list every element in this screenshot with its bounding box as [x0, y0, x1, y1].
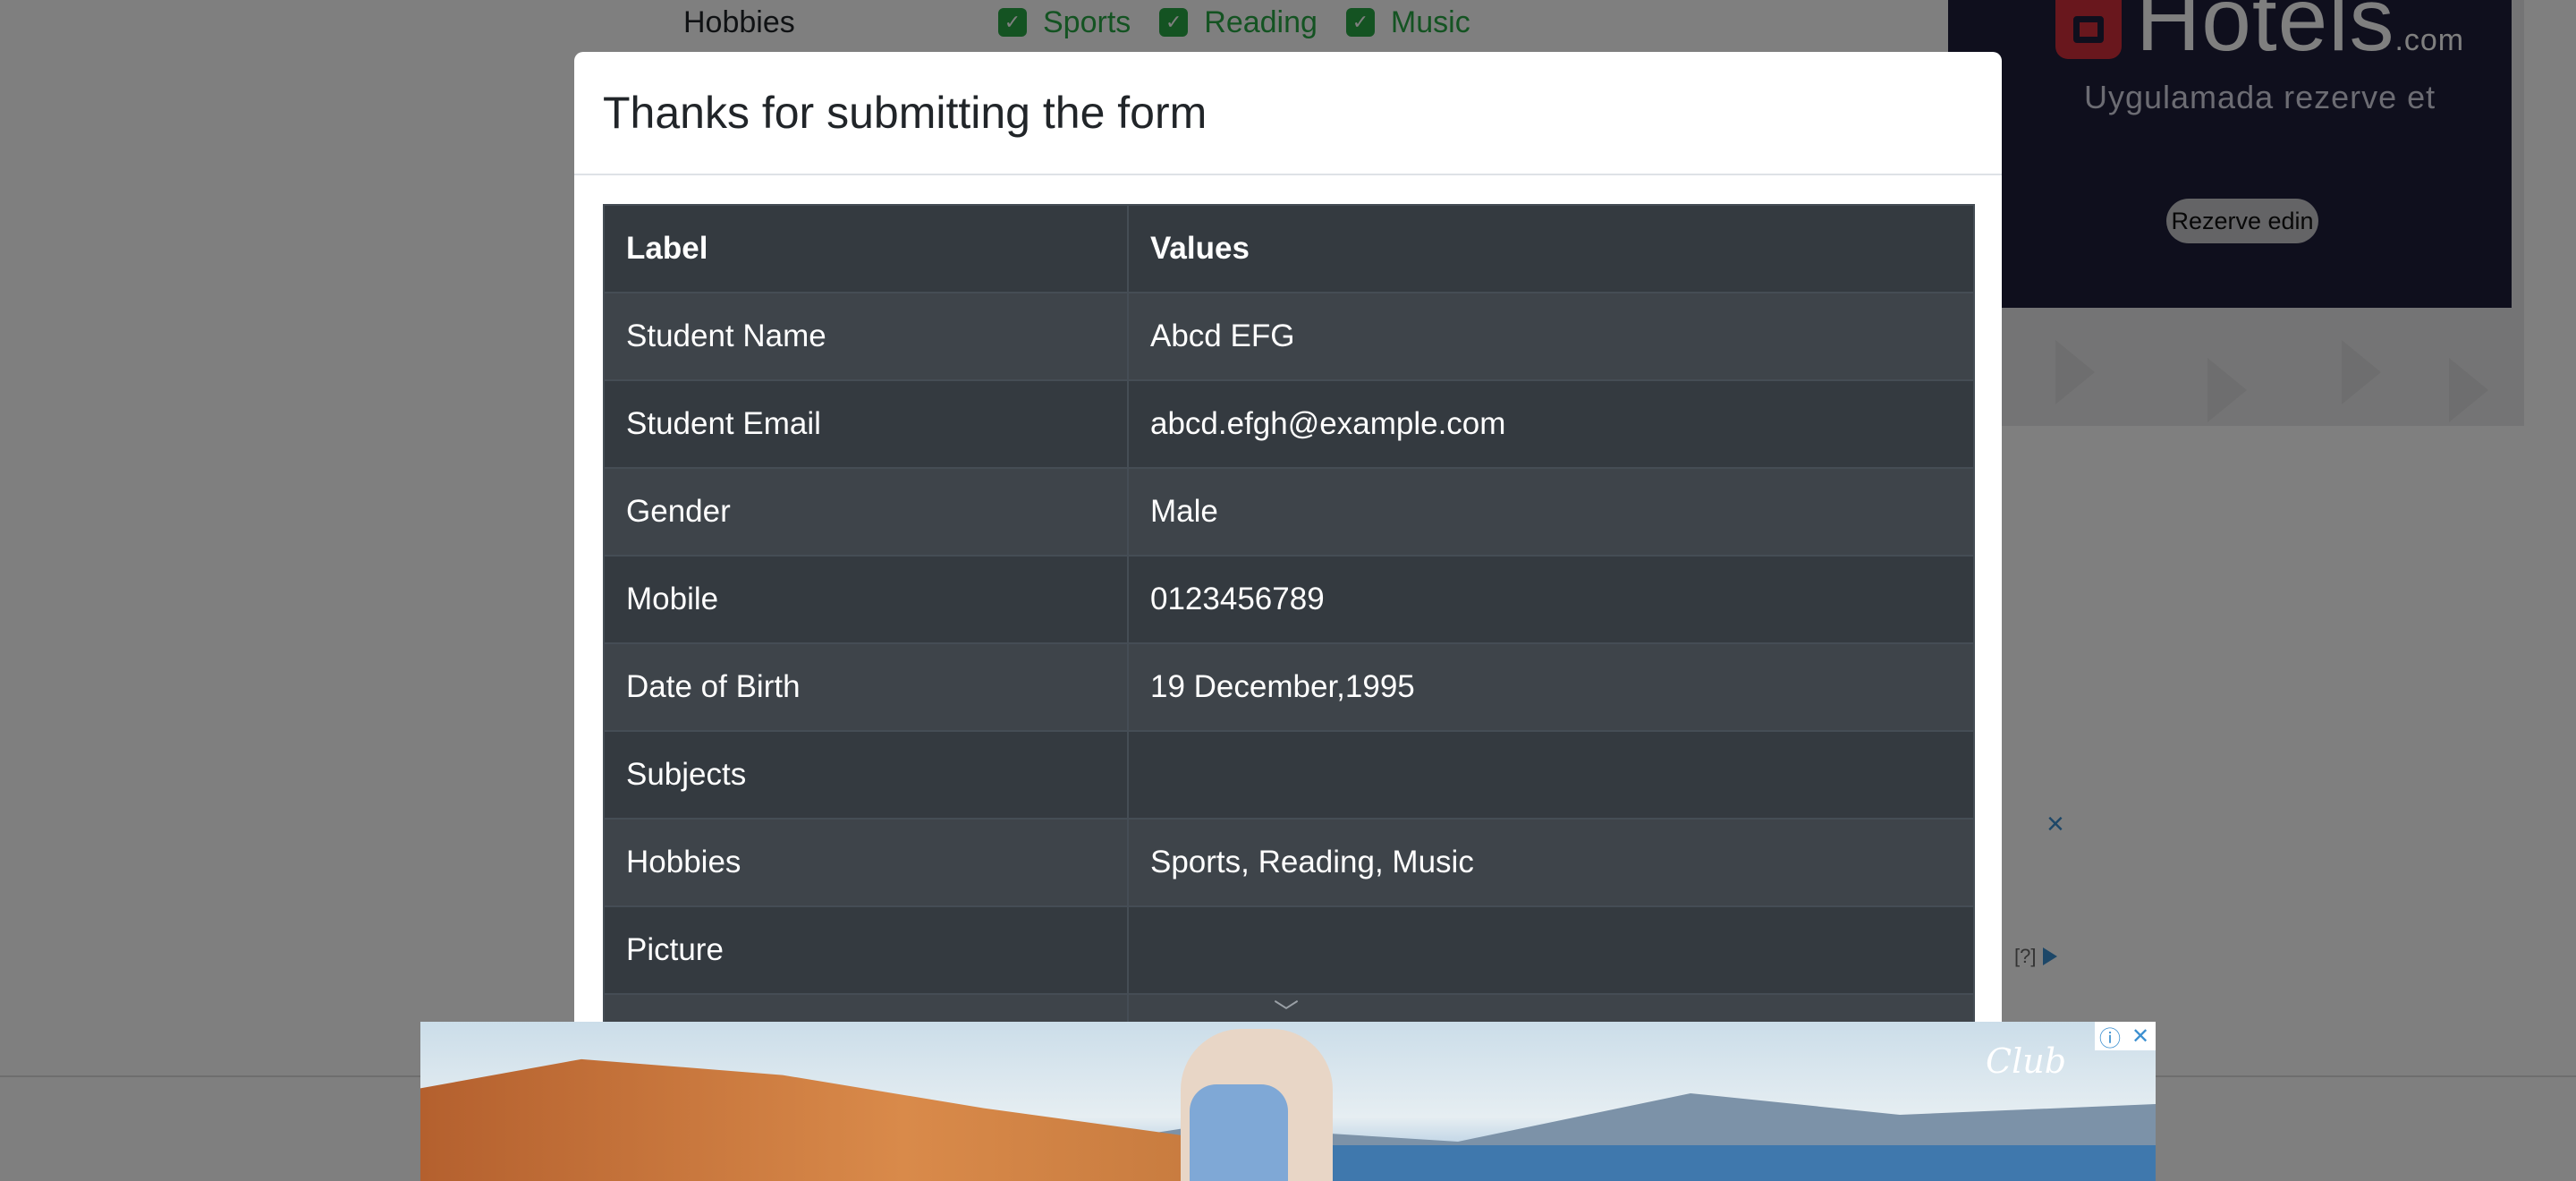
- row-label: Student Email: [603, 379, 1129, 469]
- results-table: Label Values Student Name Abcd EFG Stude…: [603, 204, 1975, 1083]
- row-label: Picture: [603, 905, 1129, 995]
- table-row: Subjects: [603, 730, 1975, 820]
- row-label: Gender: [603, 467, 1129, 557]
- ad-brand-logo: Club: [1986, 1041, 2067, 1081]
- table-header-values: Values: [1127, 204, 1975, 293]
- row-value: Abcd EFG: [1127, 292, 1975, 381]
- table-row: Student Email abcd.efgh@example.com: [603, 379, 1975, 469]
- row-label: Mobile: [603, 555, 1129, 644]
- table-row: Student Name Abcd EFG: [603, 292, 1975, 381]
- ad-close-icon[interactable]: ✕: [2125, 1022, 2156, 1050]
- table-row: Mobile 0123456789: [603, 555, 1975, 644]
- row-label: Hobbies: [603, 818, 1129, 907]
- modal-header: Thanks for submitting the form: [574, 52, 2002, 175]
- ad-info-icon[interactable]: ⓘ: [2095, 1022, 2125, 1051]
- modal-body[interactable]: Label Values Student Name Abcd EFG Stude…: [603, 204, 1975, 1083]
- row-value: Male: [1127, 467, 1975, 557]
- modal-title: Thanks for submitting the form: [603, 88, 1208, 138]
- table-row: Picture: [603, 905, 1975, 995]
- row-label: Student Name: [603, 292, 1129, 381]
- row-value: abcd.efgh@example.com: [1127, 379, 1975, 469]
- table-row: Date of Birth 19 December,1995: [603, 642, 1975, 732]
- row-value: 0123456789: [1127, 555, 1975, 644]
- row-value: [1127, 730, 1975, 820]
- row-label: Subjects: [603, 730, 1129, 820]
- table-row: Gender Male: [603, 467, 1975, 557]
- table-header-label: Label: [603, 204, 1129, 293]
- row-label: Date of Birth: [603, 642, 1129, 732]
- row-value: [1127, 905, 1975, 995]
- row-value: 19 December,1995: [1127, 642, 1975, 732]
- bottom-banner-ad[interactable]: Club ⓘ ✕: [420, 1022, 2156, 1181]
- row-value: Sports, Reading, Music: [1127, 818, 1975, 907]
- table-row: Hobbies Sports, Reading, Music: [603, 818, 1975, 907]
